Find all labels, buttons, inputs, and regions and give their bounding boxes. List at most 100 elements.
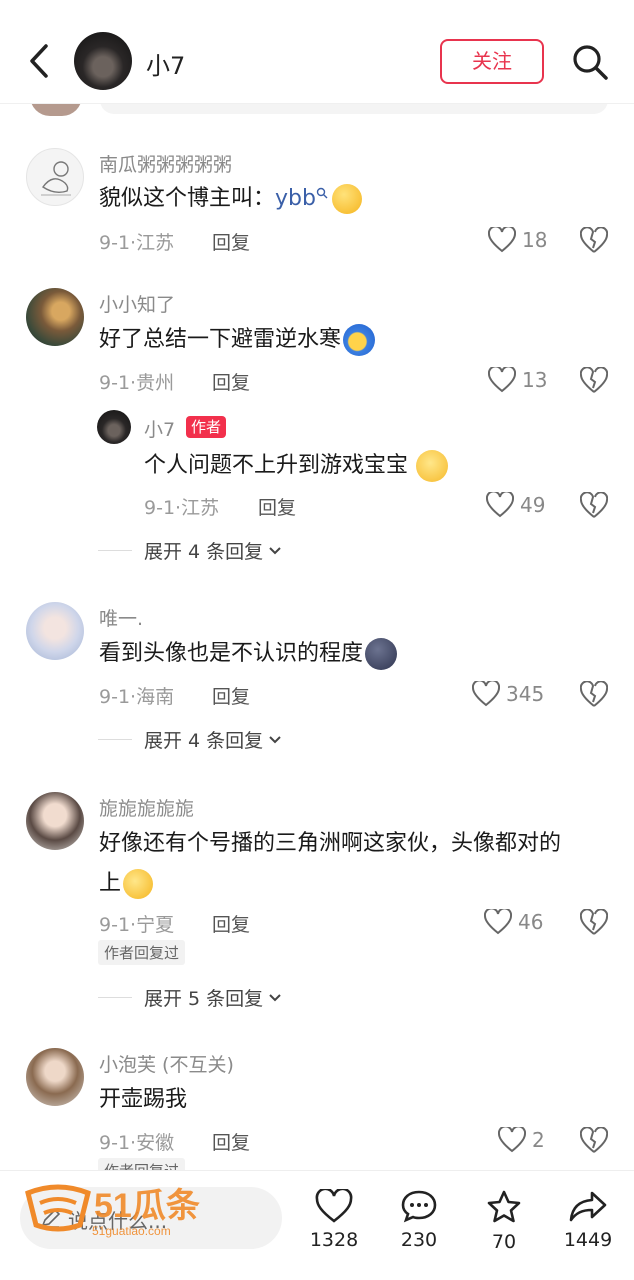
reply-button[interactable]: 回复 <box>258 493 296 520</box>
shocked-emoji-icon <box>331 184 362 214</box>
reply-text-body: 个人问题不上升到游戏宝宝 <box>144 453 409 478</box>
reply-date: 9-1 <box>144 497 176 519</box>
reply-button[interactable]: 回复 <box>212 1128 250 1155</box>
reply-username[interactable]: 小7 <box>144 415 175 442</box>
dark-moon-emoji-icon <box>365 638 398 670</box>
heart-icon <box>488 227 516 253</box>
like-button[interactable]: 49 <box>486 490 545 520</box>
like-button[interactable]: 345 <box>472 679 544 709</box>
comment-username[interactable]: 旎旎旎旎旎 <box>99 794 194 821</box>
like-button[interactable]: 46 <box>484 907 543 937</box>
comment-input-placeholder: 说点什么... <box>68 1209 168 1233</box>
keyword-search-icon <box>316 187 328 199</box>
reply-button[interactable]: 回复 <box>212 228 250 255</box>
top-bar: 小7 关注 <box>0 0 634 104</box>
comment-date: 9-1 <box>99 1132 131 1154</box>
broken-heart-icon[interactable] <box>580 227 608 255</box>
reply-location: 江苏 <box>181 497 220 519</box>
comment-location: 海南 <box>136 686 175 708</box>
comment-meta: 9-1·海南 <box>99 682 174 709</box>
comment-text: 好像还有个号播的三角洲啊这家伙，头像都对的 上 <box>99 824 609 904</box>
favorite-button[interactable]: 70 <box>474 1189 534 1253</box>
comment-input[interactable]: 说点什么... <box>20 1187 282 1249</box>
comment-meta: 9-1·安徽 <box>99 1128 174 1155</box>
like-count: 13 <box>522 368 548 392</box>
back-arrow-icon[interactable] <box>22 40 56 82</box>
expand-replies-button[interactable]: 展开 5 条回复 <box>98 984 283 1011</box>
share-button[interactable]: 1449 <box>558 1189 618 1251</box>
reply-button[interactable]: 回复 <box>212 368 250 395</box>
expand-replies-label: 展开 4 条回复 <box>144 730 264 752</box>
follow-button[interactable]: 关注 <box>440 39 544 84</box>
favorite-total: 70 <box>491 1231 517 1253</box>
comment-text-body: 上 <box>99 871 122 896</box>
author-name[interactable]: 小7 <box>146 46 185 81</box>
broken-heart-icon[interactable] <box>580 492 608 520</box>
broken-heart-icon[interactable] <box>580 1127 608 1155</box>
like-total: 1328 <box>309 1229 359 1251</box>
comment-meta: 9-1·贵州 <box>99 368 174 395</box>
like-post-button[interactable]: 1328 <box>304 1189 364 1251</box>
comment-date: 9-1 <box>99 686 131 708</box>
expand-replies-button[interactable]: 展开 4 条回复 <box>98 726 283 753</box>
reply-button[interactable]: 回复 <box>212 910 250 937</box>
author-avatar[interactable] <box>74 32 132 90</box>
chevron-down-icon <box>269 735 281 743</box>
like-button[interactable]: 13 <box>488 365 547 395</box>
like-count: 2 <box>532 1128 545 1152</box>
comment-username[interactable]: 小泡芙 (不互关) <box>99 1050 234 1077</box>
pen-icon <box>41 1208 61 1228</box>
comment-text-line: 好像还有个号播的三角洲啊这家伙，头像都对的 <box>99 831 562 856</box>
search-keyword-link[interactable]: ybb <box>275 186 316 211</box>
comment-text: 好了总结一下避雷逆水寒 <box>99 320 376 360</box>
chevron-down-icon <box>269 546 281 554</box>
user-avatar[interactable] <box>26 602 84 660</box>
broken-heart-icon[interactable] <box>580 367 608 395</box>
freezing-emoji-icon <box>343 324 376 356</box>
user-avatar[interactable] <box>26 148 84 206</box>
like-button[interactable]: 18 <box>488 225 547 255</box>
pleading-emoji-icon <box>416 450 449 482</box>
comment-total: 230 <box>400 1229 438 1251</box>
divider-line <box>98 997 132 998</box>
dizzy-emoji-icon <box>123 869 154 899</box>
comment-date: 9-1 <box>99 372 131 394</box>
star-icon <box>487 1190 521 1223</box>
expand-replies-label: 展开 5 条回复 <box>144 988 264 1010</box>
expand-replies-button[interactable]: 展开 4 条回复 <box>98 537 283 564</box>
heart-icon <box>498 1127 526 1153</box>
comment-location: 安徽 <box>136 1132 175 1154</box>
reply-text: 个人问题不上升到游戏宝宝 <box>144 446 449 486</box>
comment-text-body: 看到头像也是不认识的程度 <box>99 641 364 666</box>
heart-icon <box>472 681 500 707</box>
comment-button[interactable]: 230 <box>389 1189 449 1251</box>
comment-text: 貌似这个博主叫：ybb <box>99 179 362 219</box>
like-count: 345 <box>506 682 545 706</box>
user-avatar[interactable] <box>26 1048 84 1106</box>
heart-icon <box>315 1189 353 1223</box>
author-badge: 作者 <box>186 416 227 438</box>
comment-username[interactable]: 南瓜粥粥粥粥粥 <box>99 150 232 177</box>
user-avatar[interactable] <box>26 288 84 346</box>
speech-bubble-icon <box>401 1190 437 1223</box>
expand-replies-label: 展开 4 条回复 <box>144 541 264 563</box>
pumpkin-sketch-icon <box>41 161 71 196</box>
divider-line <box>98 739 132 740</box>
broken-heart-icon[interactable] <box>580 681 608 709</box>
bottom-action-bar: 说点什么... 51瓜条 51guatiao.com 1328 230 70 1… <box>0 1170 634 1280</box>
share-arrow-icon <box>569 1191 607 1222</box>
like-button[interactable]: 2 <box>498 1125 545 1155</box>
heart-icon <box>486 492 514 518</box>
search-icon[interactable] <box>570 42 610 82</box>
user-avatar[interactable] <box>26 792 84 850</box>
reply-meta: 9-1·江苏 <box>144 493 219 520</box>
reply-avatar[interactable] <box>97 410 131 444</box>
comment-meta: 9-1·江苏 <box>99 228 174 255</box>
comment-username[interactable]: 唯一. <box>99 604 143 631</box>
like-count: 18 <box>522 228 548 252</box>
comment-username[interactable]: 小小知了 <box>99 290 175 317</box>
comment-location: 贵州 <box>136 372 175 394</box>
reply-button[interactable]: 回复 <box>212 682 250 709</box>
broken-heart-icon[interactable] <box>580 909 608 937</box>
comment-meta: 9-1·宁夏 <box>99 910 174 937</box>
